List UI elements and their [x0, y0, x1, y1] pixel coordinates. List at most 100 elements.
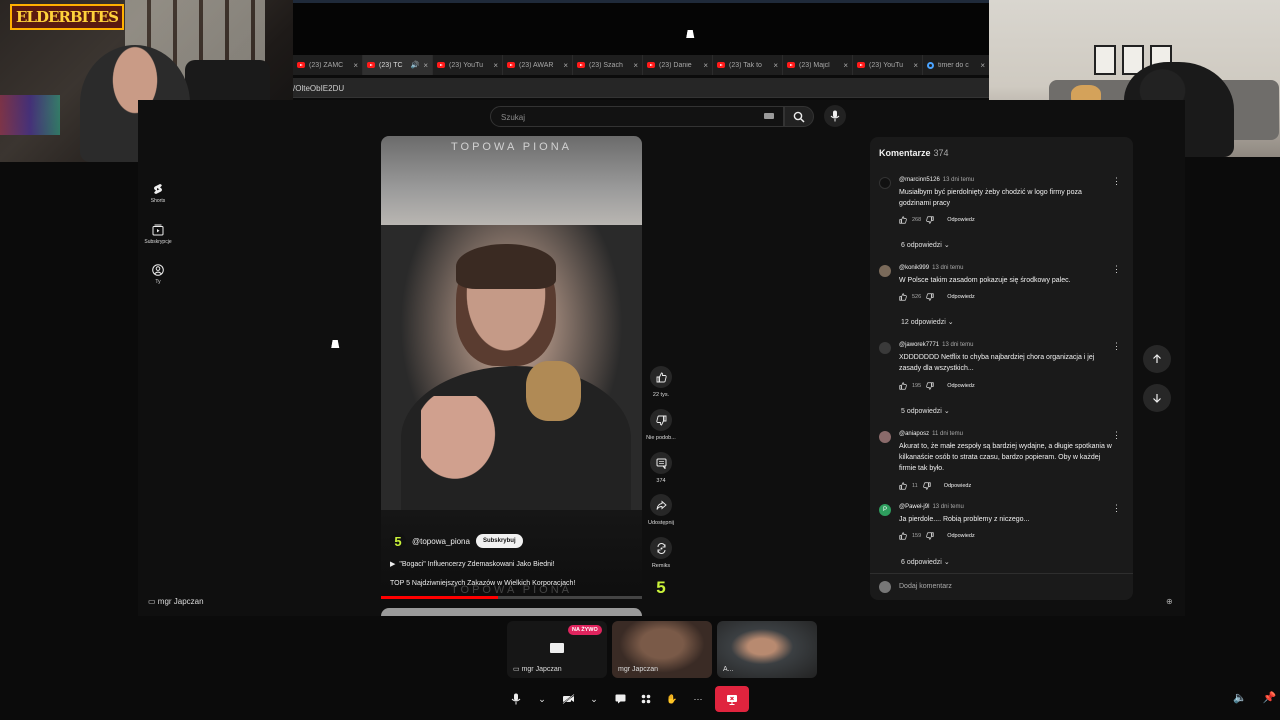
comment-time[interactable]: 13 dni temu: [943, 177, 974, 183]
like-button[interactable]: 22 tys.: [643, 366, 679, 398]
nav-you[interactable]: Ty: [140, 264, 176, 285]
participant-tile[interactable]: A...: [717, 621, 817, 678]
comment-author[interactable]: @Paweł-j9l: [899, 504, 929, 510]
sound-source-avatar[interactable]: 5: [652, 578, 670, 597]
browser-tab[interactable]: (23) Majcl ×: [783, 55, 853, 75]
channel-handle[interactable]: @topowa_piona: [412, 537, 470, 546]
close-icon[interactable]: ×: [980, 61, 985, 70]
dislike-icon[interactable]: [926, 382, 934, 390]
dislike-icon[interactable]: [926, 293, 934, 301]
close-icon[interactable]: ×: [493, 61, 498, 70]
remix-button[interactable]: Remiks: [643, 537, 679, 569]
video-progress-bar[interactable]: [381, 596, 642, 599]
more-options-button[interactable]: ···: [689, 686, 707, 712]
close-icon[interactable]: ×: [353, 61, 358, 70]
like-icon[interactable]: [899, 216, 907, 224]
reactions-button[interactable]: ✋: [663, 686, 681, 712]
close-icon[interactable]: ×: [843, 61, 848, 70]
speaker-icon[interactable]: 🔊: [411, 61, 420, 69]
like-icon[interactable]: [899, 382, 907, 390]
browser-tab[interactable]: (23) YouTu ×: [433, 55, 503, 75]
browser-tab[interactable]: (23) Danie ×: [643, 55, 713, 75]
comment-author[interactable]: @jaworek7771: [899, 342, 939, 348]
replies-toggle[interactable]: 5 odpowiedzi ⌄: [901, 407, 950, 415]
pin-icon[interactable]: 📌: [1263, 691, 1277, 704]
comment-actions: 526 Odpowiedz: [899, 293, 975, 301]
more-icon[interactable]: ⋮: [1112, 430, 1121, 441]
comment-time[interactable]: 13 dni temu: [932, 504, 963, 510]
like-icon[interactable]: [899, 293, 907, 301]
participant-tile[interactable]: mgr Japczan: [612, 621, 712, 678]
previous-short-button[interactable]: [1143, 345, 1171, 373]
avatar[interactable]: [879, 342, 891, 354]
browser-tab[interactable]: (23) ZAMC ×: [293, 55, 363, 75]
reply-button[interactable]: Odpowiedz: [947, 383, 975, 389]
comments-button[interactable]: 374: [643, 452, 679, 484]
avatar[interactable]: [879, 265, 891, 277]
browser-tab[interactable]: (23) AWAR ×: [503, 55, 573, 75]
zoom-icon[interactable]: ⊕: [1166, 597, 1173, 606]
reply-button[interactable]: Odpowiedz: [947, 217, 975, 223]
close-icon[interactable]: ×: [563, 61, 568, 70]
chat-button[interactable]: [611, 686, 629, 712]
more-icon[interactable]: ⋮: [1112, 503, 1121, 514]
comment-time[interactable]: 13 dni temu: [942, 342, 973, 348]
comment-author[interactable]: @aniaposz: [899, 431, 929, 437]
avatar[interactable]: [879, 177, 891, 189]
close-icon[interactable]: ×: [703, 61, 708, 70]
more-icon[interactable]: ⋮: [1112, 176, 1121, 187]
like-icon[interactable]: [899, 532, 907, 540]
search-input[interactable]: Szukaj: [490, 106, 784, 127]
nav-subscriptions[interactable]: Subskrypcje: [140, 224, 176, 245]
browser-tab[interactable]: timer do c ×: [923, 55, 989, 75]
participant-tile[interactable]: NA ŻYWO ▭ mgr Japczan: [507, 621, 607, 678]
stop-sharing-button[interactable]: [715, 686, 749, 712]
reply-button[interactable]: Odpowiedz: [947, 533, 975, 539]
voice-search-button[interactable]: [824, 105, 846, 127]
replies-toggle[interactable]: 6 odpowiedzi ⌄: [901, 241, 950, 249]
search-button[interactable]: [784, 106, 814, 127]
comment-author[interactable]: @marcinn5126: [899, 177, 940, 183]
browser-tab-active[interactable]: (23) TC 🔊 ×: [363, 55, 433, 75]
short-video-player[interactable]: TOPOWA PIONA TOPOWA PIONA: [381, 136, 642, 599]
address-bar[interactable]: /OlteObIE2DU: [293, 78, 989, 98]
microphone-options-button[interactable]: ⌄: [533, 686, 551, 712]
browser-tab[interactable]: (23) YouTu ×: [853, 55, 923, 75]
browser-tab[interactable]: (23) Tak to ×: [713, 55, 783, 75]
keyboard-icon[interactable]: [764, 113, 774, 119]
apps-button[interactable]: [637, 686, 655, 712]
nav-shorts[interactable]: Shorts: [140, 183, 176, 204]
comment-author[interactable]: @konik999: [899, 265, 929, 271]
like-icon[interactable]: [899, 482, 907, 490]
browser-tab[interactable]: (23) Szach ×: [573, 55, 643, 75]
next-short-button[interactable]: [1143, 384, 1171, 412]
share-button[interactable]: Udostępnij: [643, 494, 679, 526]
video-title-link[interactable]: ▶ "Bogaci" Influencerzy Zdemaskowani Jako…: [390, 560, 555, 568]
reply-button[interactable]: Odpowiedz: [944, 483, 972, 489]
close-icon[interactable]: ×: [423, 61, 428, 70]
more-icon[interactable]: ⋮: [1112, 264, 1121, 275]
dislike-icon[interactable]: [926, 216, 934, 224]
replies-toggle[interactable]: 6 odpowiedzi ⌄: [901, 558, 950, 566]
dislike-button[interactable]: Nie podob...: [643, 409, 679, 441]
microphone-button[interactable]: [507, 686, 525, 712]
avatar[interactable]: [879, 431, 891, 443]
close-icon[interactable]: ×: [913, 61, 918, 70]
add-comment-input[interactable]: Dodaj komentarz: [870, 573, 1133, 600]
next-short-preview[interactable]: [381, 608, 642, 616]
comment-time[interactable]: 11 dni temu: [932, 431, 963, 437]
dislike-icon[interactable]: [926, 532, 934, 540]
close-icon[interactable]: ×: [633, 61, 638, 70]
replies-toggle[interactable]: 12 odpowiedzi ⌄: [901, 318, 954, 326]
reply-button[interactable]: Odpowiedz: [947, 294, 975, 300]
camera-button[interactable]: [559, 686, 577, 712]
avatar[interactable]: P: [879, 504, 891, 516]
comment-time[interactable]: 13 dni temu: [932, 265, 963, 271]
speaker-icon[interactable]: 🔈: [1233, 691, 1247, 704]
camera-options-button[interactable]: ⌄: [585, 686, 603, 712]
subscribe-button[interactable]: Subskrybuj: [475, 534, 523, 548]
channel-avatar[interactable]: 5: [390, 533, 406, 549]
dislike-icon[interactable]: [922, 482, 931, 490]
close-icon[interactable]: ×: [773, 61, 778, 70]
more-icon[interactable]: ⋮: [1112, 341, 1121, 352]
